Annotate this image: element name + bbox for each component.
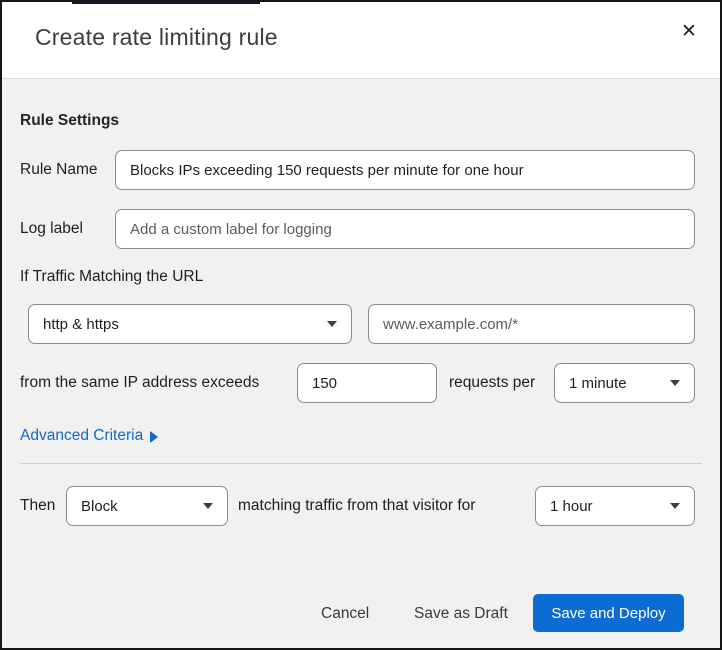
duration-select-value: 1 hour: [550, 497, 593, 515]
action-select[interactable]: Block: [66, 486, 228, 526]
chevron-down-icon: [327, 321, 337, 327]
page-edge-strip: [72, 2, 260, 4]
scheme-select-value: http & https: [43, 315, 119, 333]
save-as-draft-button[interactable]: Save as Draft: [410, 599, 512, 629]
rule-name-label: Rule Name: [20, 161, 98, 178]
action-prefix-text: Then: [20, 497, 56, 514]
chevron-down-icon: [670, 503, 680, 509]
section-divider: [20, 463, 702, 464]
traffic-match-heading: If Traffic Matching the URL: [20, 268, 204, 285]
close-button[interactable]: ✕: [672, 14, 706, 48]
scheme-select[interactable]: http & https: [28, 304, 352, 344]
chevron-down-icon: [670, 380, 680, 386]
log-label-label: Log label: [20, 220, 83, 237]
requests-threshold-input[interactable]: [297, 363, 437, 403]
chevron-down-icon: [203, 503, 213, 509]
threshold-prefix-text: from the same IP address exceeds: [20, 374, 260, 391]
action-middle-text: matching traffic from that visitor for: [238, 497, 476, 514]
period-select[interactable]: 1 minute: [554, 363, 695, 403]
cancel-button[interactable]: Cancel: [317, 599, 373, 629]
rule-name-input[interactable]: [115, 150, 695, 190]
expand-arrow-icon: [150, 431, 159, 443]
save-and-deploy-button[interactable]: Save and Deploy: [533, 594, 684, 632]
action-select-value: Block: [81, 497, 118, 515]
create-rate-limiting-rule-dialog: Create rate limiting rule ✕ Rule Setting…: [0, 0, 722, 650]
duration-select[interactable]: 1 hour: [535, 486, 695, 526]
rule-settings-heading: Rule Settings: [20, 112, 120, 129]
advanced-criteria-link[interactable]: Advanced Criteria: [20, 427, 159, 445]
log-label-input[interactable]: [115, 209, 695, 249]
dialog-title: Create rate limiting rule: [35, 24, 278, 50]
url-pattern-input[interactable]: [368, 304, 695, 344]
threshold-suffix-text: requests per: [449, 374, 536, 391]
advanced-criteria-label: Advanced Criteria: [20, 427, 144, 444]
period-select-value: 1 minute: [569, 374, 627, 392]
close-icon: ✕: [681, 20, 697, 42]
dialog-header: Create rate limiting rule ✕: [2, 2, 720, 79]
